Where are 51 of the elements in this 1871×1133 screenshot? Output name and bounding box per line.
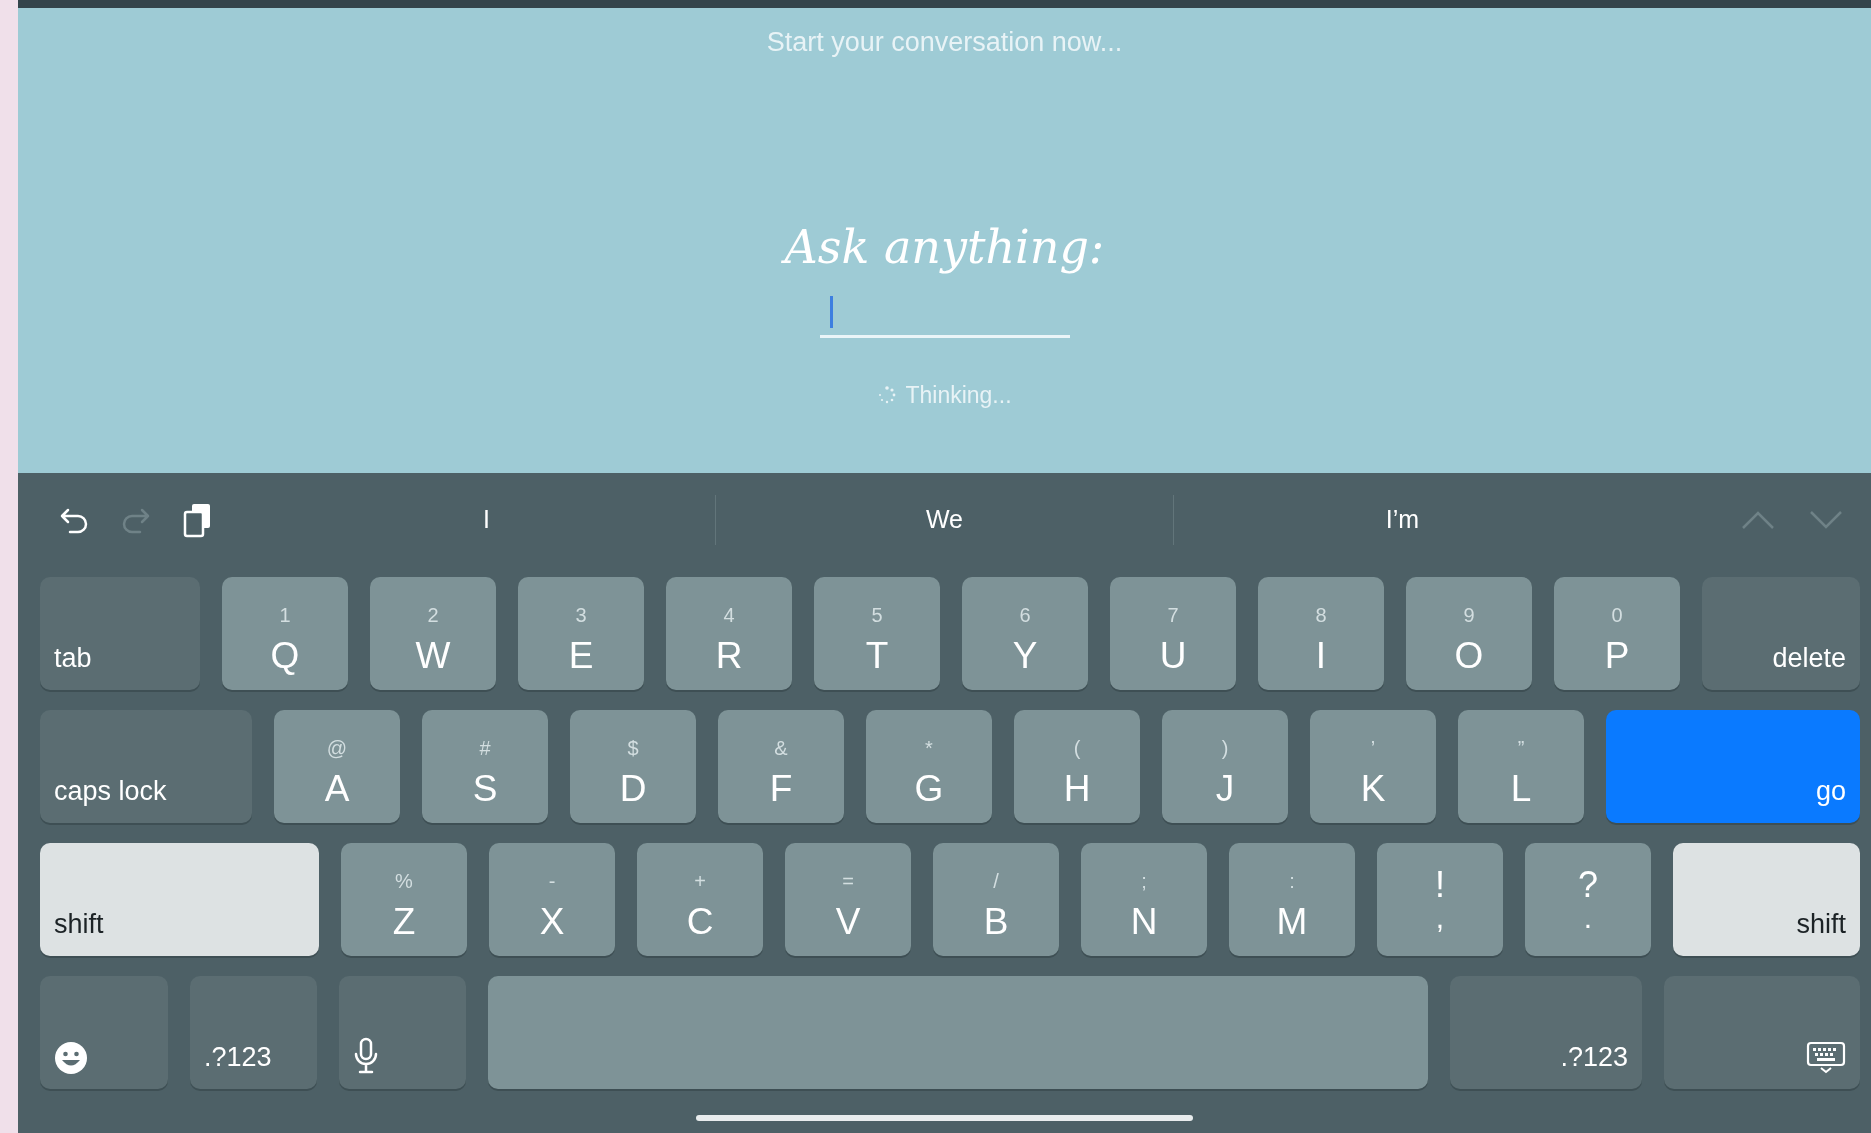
- delete-key[interactable]: delete: [1702, 577, 1860, 690]
- letter-key[interactable]: % Z: [341, 843, 467, 956]
- letter-key[interactable]: * G: [866, 710, 992, 823]
- microphone-icon: [353, 1037, 379, 1075]
- letter-key[interactable]: 9 O: [1406, 577, 1532, 690]
- letter-key[interactable]: + C: [637, 843, 763, 956]
- header-text: Start your conversation now...: [766, 26, 1123, 59]
- suggestion[interactable]: We: [919, 501, 970, 539]
- letter-key[interactable]: 3 E: [518, 577, 644, 690]
- hide-keyboard-key[interactable]: [1664, 976, 1860, 1089]
- punctuation-key[interactable]: ! ,: [1377, 843, 1503, 956]
- letter-key[interactable]: ( H: [1014, 710, 1140, 823]
- keyboard-icon: [1806, 1041, 1846, 1075]
- letter-key[interactable]: / B: [933, 843, 1059, 956]
- letter-key[interactable]: 0 P: [1554, 577, 1680, 690]
- emoji-icon: [54, 1041, 88, 1075]
- caps-lock-key[interactable]: caps lock: [40, 710, 252, 823]
- letter-key[interactable]: & F: [718, 710, 844, 823]
- suggestion[interactable]: I: [477, 501, 496, 539]
- letter-key[interactable]: ” L: [1458, 710, 1584, 823]
- letter-key[interactable]: ) J: [1162, 710, 1288, 823]
- letter-key[interactable]: ’ K: [1310, 710, 1436, 823]
- number-mode-key[interactable]: .?123: [1450, 976, 1642, 1089]
- shift-key[interactable]: shift: [1673, 843, 1860, 956]
- letter-key[interactable]: 6 Y: [962, 577, 1088, 690]
- letter-key[interactable]: 7 U: [1110, 577, 1236, 690]
- dictation-key[interactable]: [339, 976, 466, 1089]
- space-key[interactable]: [488, 976, 1428, 1089]
- letter-key[interactable]: : M: [1229, 843, 1355, 956]
- tab-key[interactable]: tab: [40, 577, 200, 690]
- letter-key[interactable]: 2 W: [370, 577, 496, 690]
- letter-key[interactable]: # S: [422, 710, 548, 823]
- emoji-key[interactable]: [40, 976, 168, 1089]
- status-text: Thinking...: [905, 380, 1012, 410]
- punctuation-key[interactable]: ? .: [1525, 843, 1651, 956]
- suggestion[interactable]: I’m: [1379, 501, 1426, 539]
- number-mode-key[interactable]: .?123: [190, 976, 317, 1089]
- letter-key[interactable]: $ D: [570, 710, 696, 823]
- shift-key[interactable]: shift: [40, 843, 319, 956]
- letter-key[interactable]: 4 R: [666, 577, 792, 690]
- letter-key[interactable]: = V: [785, 843, 911, 956]
- go-key[interactable]: go: [1606, 710, 1860, 823]
- letter-key[interactable]: @ A: [274, 710, 400, 823]
- letter-key[interactable]: 5 T: [814, 577, 940, 690]
- letter-key[interactable]: 8 I: [1258, 577, 1384, 690]
- spinner-icon: [877, 384, 898, 405]
- letter-key[interactable]: 1 Q: [222, 577, 348, 690]
- chevron-up-icon[interactable]: [1741, 510, 1775, 530]
- letter-key[interactable]: ; N: [1081, 843, 1207, 956]
- chevron-down-icon[interactable]: [1809, 510, 1843, 530]
- letter-key[interactable]: - X: [489, 843, 615, 956]
